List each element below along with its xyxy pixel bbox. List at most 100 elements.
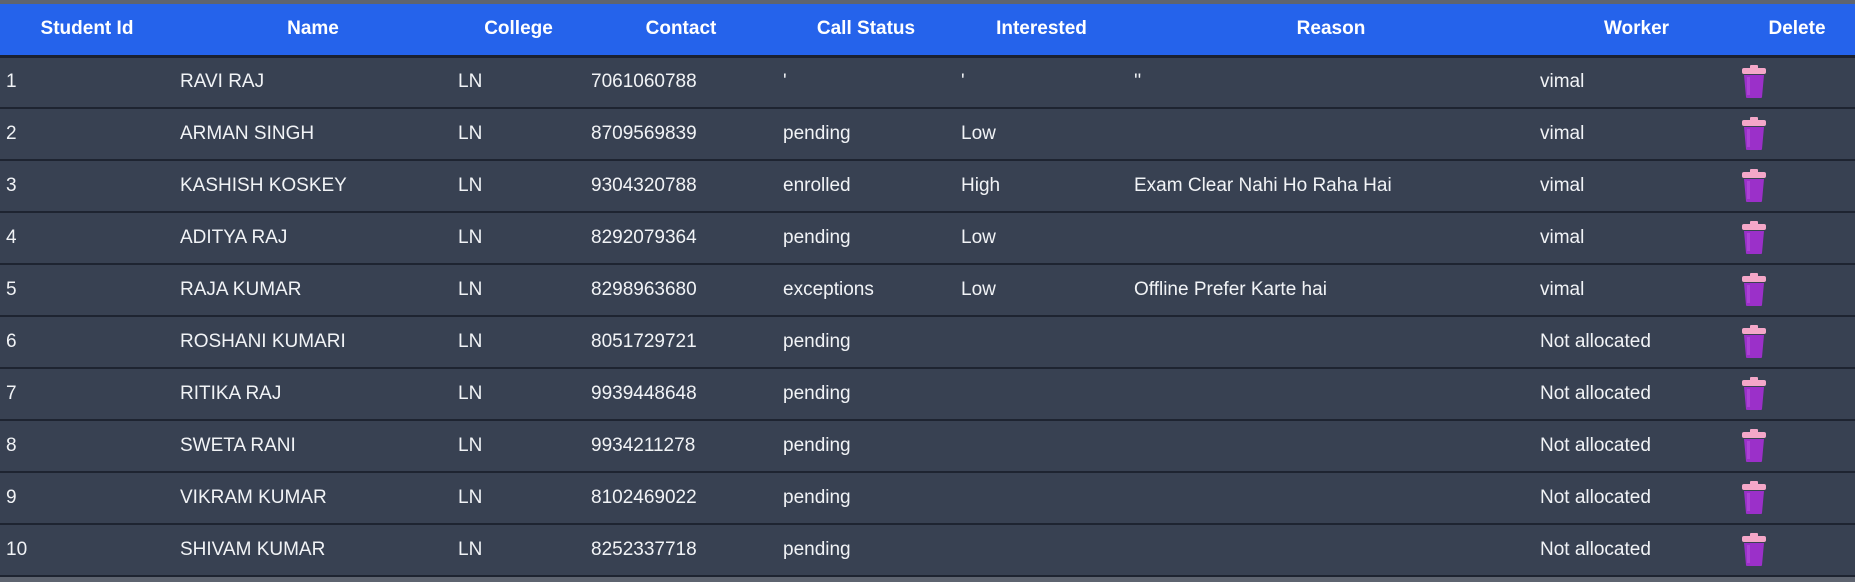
cell-interested: ' [955, 56, 1128, 109]
cell-delete [1739, 368, 1855, 421]
header-name: Name [174, 4, 452, 58]
cell-interested [955, 420, 1128, 473]
cell-delete [1739, 56, 1855, 109]
header-contact: Contact [585, 4, 777, 58]
header-worker: Worker [1534, 4, 1739, 58]
table-row: 10 SHIVAM KUMAR LN 8252337718 pending No… [0, 524, 1855, 577]
cell-call-status: enrolled [777, 160, 955, 213]
delete-button[interactable] [1739, 273, 1769, 307]
cell-college: LN [452, 368, 585, 421]
cell-name: ROSHANI KUMARI [174, 316, 452, 369]
cell-interested: Low [955, 264, 1128, 317]
cell-worker: Not allocated [1534, 420, 1739, 473]
delete-button[interactable] [1739, 169, 1769, 203]
cell-worker: vimal [1534, 56, 1739, 109]
cell-college: LN [452, 524, 585, 577]
delete-button[interactable] [1739, 377, 1769, 411]
cell-name: RAVI RAJ [174, 56, 452, 109]
cell-college: LN [452, 472, 585, 525]
cell-contact: 9939448648 [585, 368, 777, 421]
cell-reason [1128, 472, 1534, 525]
cell-delete [1739, 108, 1855, 161]
cell-student-id: 8 [0, 420, 174, 473]
table-header-row: Student Id Name College Contact Call Sta… [0, 4, 1855, 58]
cell-student-id: 7 [0, 368, 174, 421]
table-row: 3 KASHISH KOSKEY LN 9304320788 enrolled … [0, 160, 1855, 213]
trash-icon [1742, 221, 1766, 254]
cell-call-status: pending [777, 524, 955, 577]
cell-call-status: pending [777, 212, 955, 265]
cell-reason [1128, 368, 1534, 421]
table-row: 2 ARMAN SINGH LN 8709569839 pending Low … [0, 108, 1855, 161]
cell-interested [955, 316, 1128, 369]
delete-button[interactable] [1739, 533, 1769, 567]
cell-delete [1739, 524, 1855, 577]
cell-reason [1128, 212, 1534, 265]
cell-delete [1739, 420, 1855, 473]
cell-name: SWETA RANI [174, 420, 452, 473]
cell-worker: vimal [1534, 160, 1739, 213]
cell-call-status: pending [777, 368, 955, 421]
header-student-id: Student Id [0, 4, 174, 58]
cell-worker: vimal [1534, 264, 1739, 317]
cell-worker: vimal [1534, 108, 1739, 161]
cell-name: KASHISH KOSKEY [174, 160, 452, 213]
table-row: 9 VIKRAM KUMAR LN 8102469022 pending Not… [0, 472, 1855, 525]
cell-college: LN [452, 212, 585, 265]
cell-interested [955, 472, 1128, 525]
cell-student-id: 2 [0, 108, 174, 161]
cell-contact: 9304320788 [585, 160, 777, 213]
cell-contact: 8051729721 [585, 316, 777, 369]
cell-contact: 8102469022 [585, 472, 777, 525]
delete-button[interactable] [1739, 481, 1769, 515]
cell-reason [1128, 108, 1534, 161]
cell-worker: Not allocated [1534, 368, 1739, 421]
delete-button[interactable] [1739, 325, 1769, 359]
cell-interested [955, 368, 1128, 421]
header-delete: Delete [1739, 4, 1855, 58]
cell-college: LN [452, 264, 585, 317]
delete-button[interactable] [1739, 429, 1769, 463]
header-call-status: Call Status [777, 4, 955, 58]
cell-name: VIKRAM KUMAR [174, 472, 452, 525]
delete-button[interactable] [1739, 221, 1769, 255]
students-table: Student Id Name College Contact Call Sta… [0, 4, 1855, 577]
cell-delete [1739, 212, 1855, 265]
students-table-view: Student Id Name College Contact Call Sta… [0, 0, 1855, 582]
cell-interested: Low [955, 212, 1128, 265]
header-reason: Reason [1128, 4, 1534, 58]
cell-call-status: pending [777, 472, 955, 525]
cell-call-status: exceptions [777, 264, 955, 317]
cell-call-status: pending [777, 420, 955, 473]
trash-icon [1742, 325, 1766, 358]
cell-reason: '' [1128, 56, 1534, 109]
cell-student-id: 10 [0, 524, 174, 577]
cell-worker: Not allocated [1534, 472, 1739, 525]
table-row: 4 ADITYA RAJ LN 8292079364 pending Low v… [0, 212, 1855, 265]
trash-icon [1742, 481, 1766, 514]
table-row: 6 ROSHANI KUMARI LN 8051729721 pending N… [0, 316, 1855, 369]
cell-call-status: pending [777, 316, 955, 369]
cell-delete [1739, 160, 1855, 213]
cell-contact: 8298963680 [585, 264, 777, 317]
cell-college: LN [452, 420, 585, 473]
cell-interested: Low [955, 108, 1128, 161]
cell-delete [1739, 472, 1855, 525]
cell-worker: vimal [1534, 212, 1739, 265]
cell-worker: Not allocated [1534, 524, 1739, 577]
trash-icon [1742, 377, 1766, 410]
delete-button[interactable] [1739, 65, 1769, 99]
cell-contact: 8292079364 [585, 212, 777, 265]
cell-delete [1739, 264, 1855, 317]
cell-college: LN [452, 160, 585, 213]
cell-call-status: ' [777, 56, 955, 109]
cell-student-id: 4 [0, 212, 174, 265]
cell-contact: 7061060788 [585, 56, 777, 109]
delete-button[interactable] [1739, 117, 1769, 151]
trash-icon [1742, 117, 1766, 150]
cell-interested [955, 524, 1128, 577]
header-college: College [452, 4, 585, 58]
cell-student-id: 6 [0, 316, 174, 369]
cell-name: SHIVAM KUMAR [174, 524, 452, 577]
cell-college: LN [452, 316, 585, 369]
